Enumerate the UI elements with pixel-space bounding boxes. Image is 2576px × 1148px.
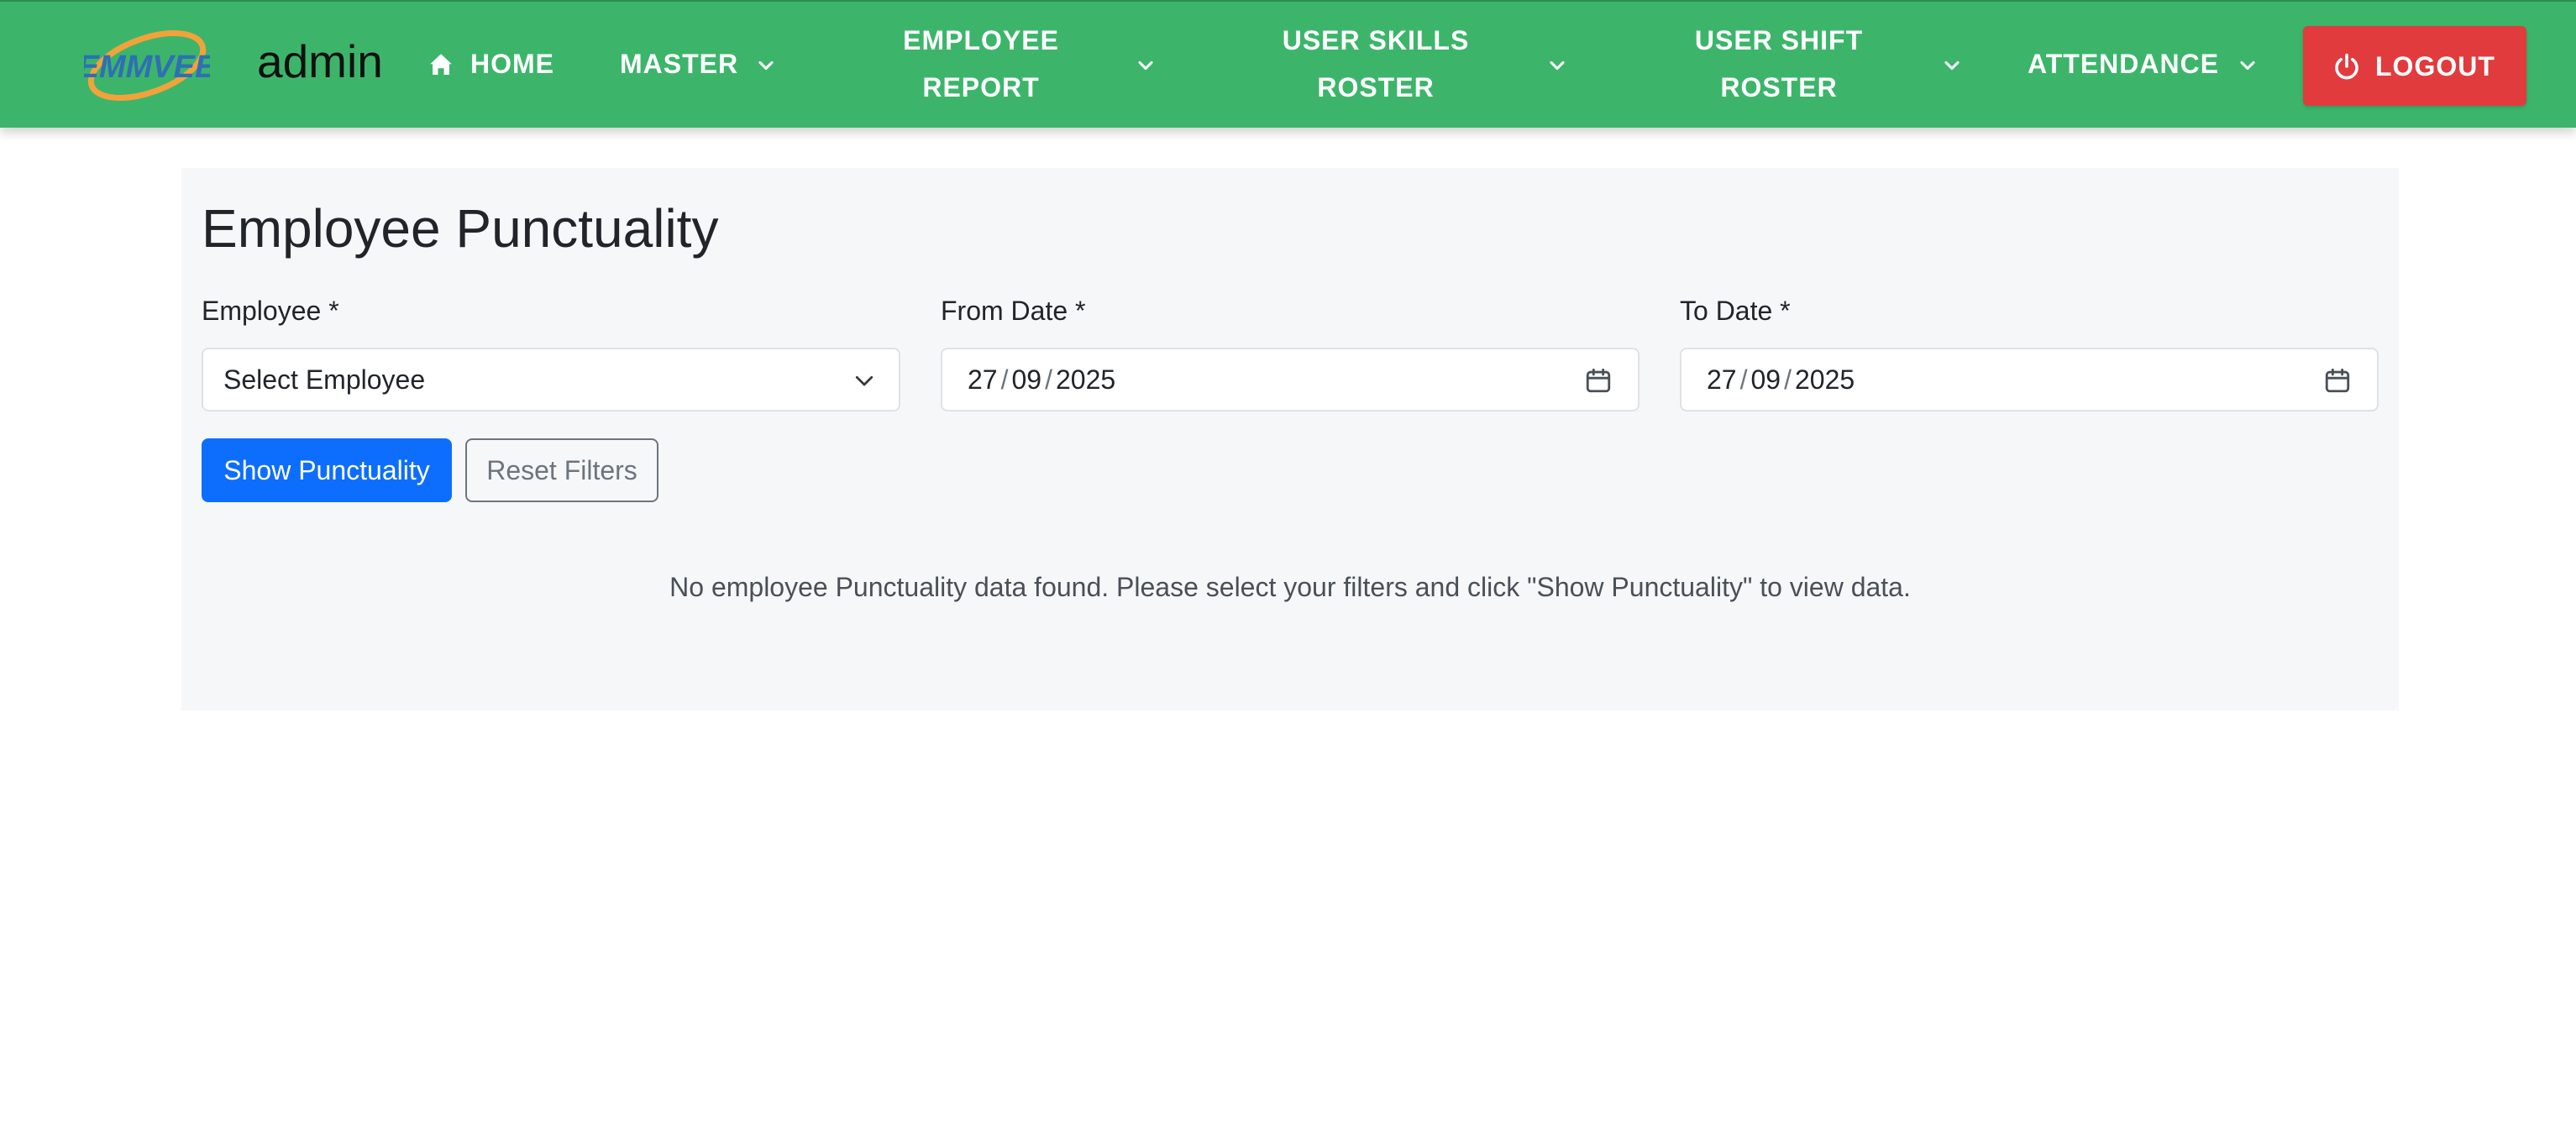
nav-user-skills-line1: USER SKILLS	[1282, 25, 1470, 55]
calendar-icon[interactable]	[1584, 366, 1613, 395]
punctuality-card: Employee Punctuality Employee * Select E…	[181, 168, 2399, 710]
logout-button[interactable]: LOGOUT	[2303, 26, 2526, 106]
nav-attendance-label: ATTENDANCE	[2028, 49, 2220, 79]
nav-user-shift-line1: USER SHIFT	[1694, 25, 1864, 55]
nav-user-skills-roster[interactable]: USER SKILLS ROSTER	[1267, 17, 1485, 111]
nav-employee-report-line2: REPORT	[922, 72, 1040, 102]
user-skills-chevron-down-icon[interactable]	[1545, 54, 1569, 77]
to-date-value: 27/09/2025	[1707, 364, 1855, 395]
attendance-chevron-down-icon[interactable]	[2236, 54, 2259, 77]
nav-user-shift-line2: ROSTER	[1720, 72, 1838, 102]
employee-report-chevron-down-icon[interactable]	[1134, 54, 1157, 77]
from-date-label: From Date *	[941, 296, 1086, 326]
reset-filters-button[interactable]: Reset Filters	[465, 438, 658, 502]
master-chevron-down-icon[interactable]	[754, 54, 778, 77]
nav-user-skills-line2: ROSTER	[1317, 72, 1435, 102]
nav-master[interactable]: MASTER	[620, 40, 738, 87]
from-date-month[interactable]: 09	[1011, 364, 1041, 395]
from-date-day[interactable]: 27	[968, 364, 998, 395]
to-date-input[interactable]: 27/09/2025	[1680, 348, 2379, 411]
user-shift-chevron-down-icon[interactable]	[1940, 54, 1964, 77]
nav-employee-report[interactable]: EMPLOYEE REPORT	[889, 17, 1073, 111]
logout-label: LOGOUT	[2375, 51, 2495, 81]
to-date-day[interactable]: 27	[1707, 364, 1737, 395]
nav-employee-report-line1: EMPLOYEE	[903, 25, 1059, 55]
from-date-year[interactable]: 2025	[1056, 364, 1115, 395]
to-date-year[interactable]: 2025	[1795, 364, 1855, 395]
show-punctuality-button[interactable]: Show Punctuality	[202, 438, 452, 502]
nav-user-shift-roster[interactable]: USER SHIFT ROSTER	[1680, 17, 1878, 111]
chevron-down-icon	[855, 375, 874, 386]
employee-select-value: Select Employee	[223, 364, 426, 395]
from-date-value: 27/09/2025	[968, 364, 1116, 395]
home-icon	[430, 54, 452, 76]
nav-attendance[interactable]: ATTENDANCE	[2028, 40, 2219, 87]
to-date-label: To Date *	[1680, 296, 1791, 326]
employee-select[interactable]: Select Employee	[202, 348, 900, 411]
nav-home-label: HOME	[470, 49, 554, 79]
emmvee-logo[interactable]: EMMVEE	[84, 25, 210, 106]
from-date-input[interactable]: 27/09/2025	[941, 348, 1640, 411]
brand-text: admin	[257, 35, 383, 87]
nav-master-label: MASTER	[620, 49, 739, 79]
top-navbar: EMMVEE admin HOME MASTER EMPLOYEE REPORT…	[0, 0, 2576, 128]
to-date-month[interactable]: 09	[1750, 364, 1781, 395]
calendar-icon[interactable]	[2323, 366, 2352, 395]
nav-home[interactable]: HOME	[470, 40, 554, 87]
page-title: Employee Punctuality	[202, 198, 719, 259]
power-icon	[2335, 53, 2358, 80]
logo-text: EMMVEE	[84, 50, 210, 85]
empty-state-message: No employee Punctuality data found. Plea…	[669, 572, 1911, 602]
employee-label: Employee *	[202, 296, 339, 326]
